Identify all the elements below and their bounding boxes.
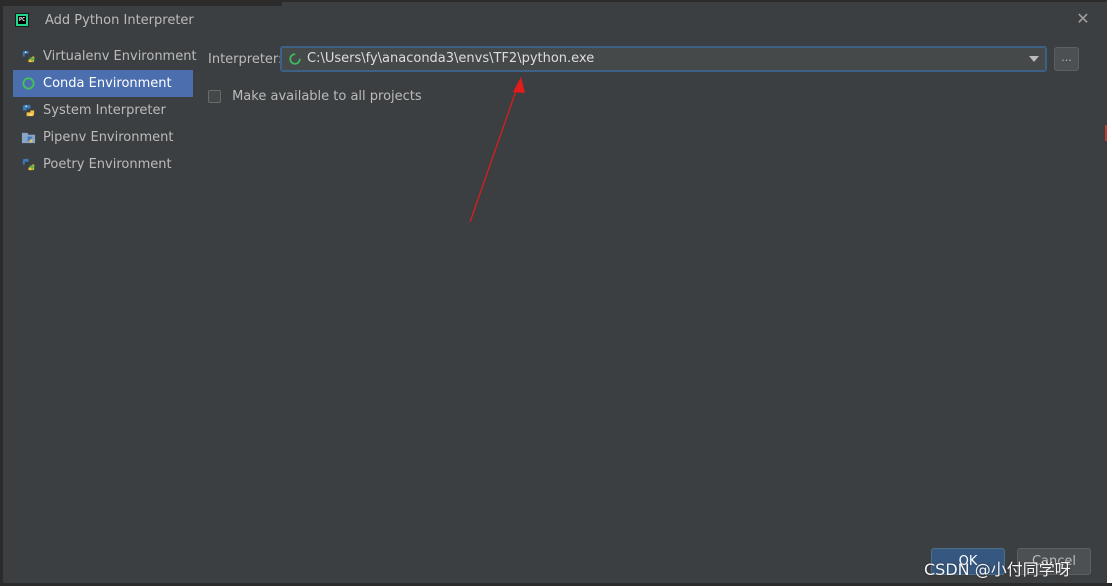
sidebar-item-conda[interactable]: Conda Environment [13, 70, 193, 97]
pycharm-icon: PC [15, 13, 29, 27]
cancel-button[interactable]: Cancel [1017, 548, 1091, 575]
sidebar-item-label: Conda Environment [43, 76, 172, 91]
frame-top-line [282, 0, 1112, 2]
sidebar-item-label: Pipenv Environment [43, 130, 174, 145]
chevron-down-icon[interactable] [1029, 56, 1039, 62]
interpreter-select[interactable]: C:\Users\fy\anaconda3\envs\TF2\python.ex… [280, 46, 1047, 72]
sidebar-item-label: Virtualenv Environment [43, 49, 197, 64]
virtualenv-icon [22, 50, 36, 63]
python-icon [22, 104, 35, 117]
sidebar-item-pipenv[interactable]: Pipenv Environment [13, 124, 193, 151]
sidebar-item-virtualenv[interactable]: Virtualenv Environment [13, 43, 197, 70]
interpreter-path: C:\Users\fy\anaconda3\envs\TF2\python.ex… [307, 51, 595, 66]
annotation-arrow-head [513, 77, 525, 93]
pipenv-icon [21, 132, 36, 144]
environment-type-list: Virtualenv Environment Conda Environment… [13, 43, 197, 178]
make-available-checkbox[interactable] [208, 90, 221, 103]
interpreter-label: Interpreter: [208, 52, 283, 67]
close-button[interactable]: ✕ [1075, 11, 1091, 27]
sidebar-item-poetry[interactable]: Poetry Environment [13, 151, 193, 178]
ok-button[interactable]: OK [931, 548, 1005, 575]
conda-icon [289, 53, 301, 65]
conda-icon [22, 77, 35, 90]
window-title: Add Python Interpreter [45, 13, 194, 28]
annotation-arrow-line [469, 87, 518, 223]
sidebar-item-label: System Interpreter [43, 103, 166, 118]
browse-button[interactable]: ... [1054, 47, 1079, 71]
edge-mark [1105, 125, 1107, 141]
sidebar-item-label: Poetry Environment [43, 157, 172, 172]
frame-left-edge [0, 0, 3, 586]
make-available-label: Make available to all projects [232, 89, 422, 104]
poetry-icon [22, 158, 36, 171]
frame-right-edge [1107, 0, 1112, 586]
title-bar: PC Add Python Interpreter ✕ [3, 6, 1105, 36]
sidebar-item-system-interpreter[interactable]: System Interpreter [13, 97, 193, 124]
make-available-option[interactable]: Make available to all projects [208, 86, 422, 104]
add-python-interpreter-dialog: PC Add Python Interpreter ✕ Virtualenv E… [0, 0, 1112, 586]
